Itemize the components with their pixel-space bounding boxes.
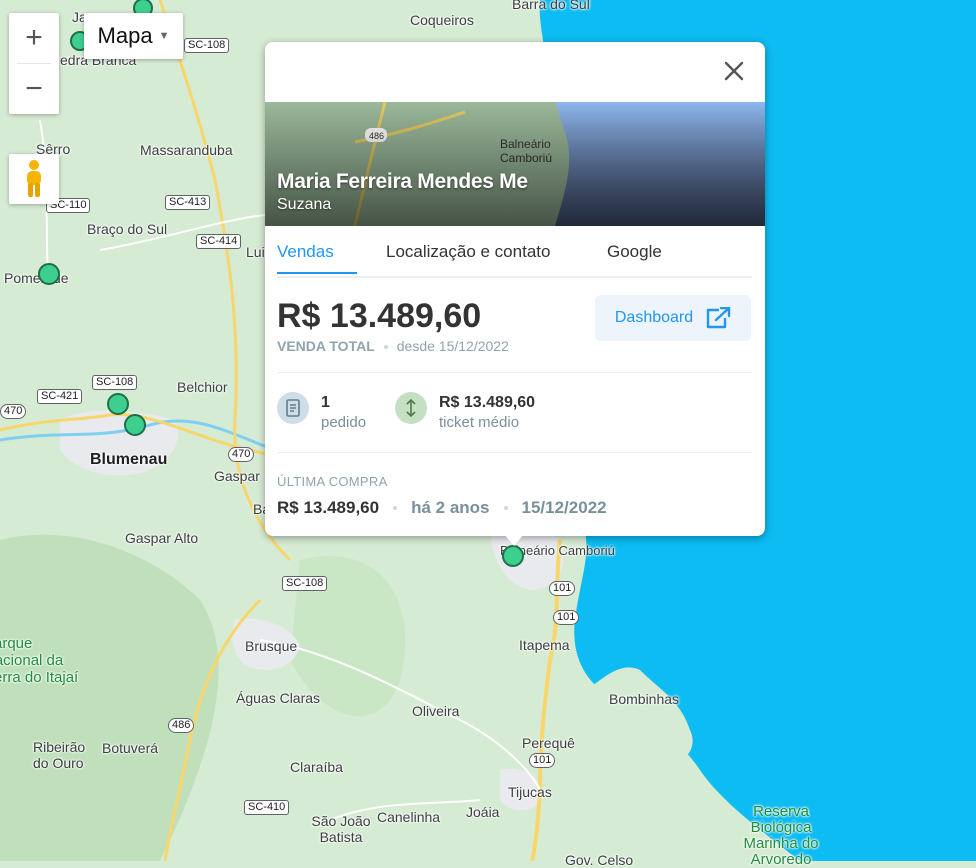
ticket-value: R$ 13.489,60 xyxy=(439,394,536,411)
road-shield: SC-108 xyxy=(92,375,138,390)
popup-tabs: Vendas Localização e contato Google xyxy=(277,226,752,278)
total-sales-label: VENDA TOTAL xyxy=(277,338,375,354)
zoom-in-button[interactable]: + xyxy=(9,13,59,63)
place-label: Águas Claras xyxy=(236,690,321,706)
store-marker[interactable] xyxy=(502,545,524,567)
place-label: Itapema xyxy=(519,637,570,653)
place-label: Barra do Sul xyxy=(512,0,590,12)
place-label: Lui xyxy=(246,244,265,260)
separator-dot xyxy=(393,506,398,510)
store-marker[interactable] xyxy=(124,414,146,436)
tab-vendas[interactable]: Vendas xyxy=(277,242,334,262)
caret-down-icon: ▼ xyxy=(158,30,170,42)
place-label: Perequê xyxy=(522,735,575,751)
place-label: Oliveira xyxy=(412,703,460,719)
place-label: Braço do Sul xyxy=(87,221,168,237)
last-purchase-row: R$ 13.489,60 há 2 anos 15/12/2022 xyxy=(277,498,607,518)
road-shield: SC-414 xyxy=(196,234,242,249)
last-purchase-ago: há 2 anos xyxy=(411,498,490,517)
place-label: Bombinhas xyxy=(609,691,680,707)
place-label: Blumenau xyxy=(90,451,168,468)
divider xyxy=(277,372,752,373)
place-label: Belchior xyxy=(177,379,228,395)
orders-label: pedido xyxy=(321,414,367,431)
place-label: São João Batista xyxy=(311,813,371,845)
place-label: Gaspar xyxy=(214,468,260,484)
park-label: Parque Nacional da Serra do Itajaí xyxy=(0,635,79,686)
road-shield: SC-410 xyxy=(244,800,290,815)
separator-dot xyxy=(503,506,508,510)
orders-stat: 1 pedido xyxy=(277,392,366,432)
road-shield: 101 xyxy=(553,610,580,625)
place-label: Joáia xyxy=(466,804,500,820)
since-date: desde 15/12/2022 xyxy=(396,338,509,354)
separator-dot xyxy=(383,345,388,350)
place-label: Brusque xyxy=(245,638,298,654)
road-shield: 470 xyxy=(228,447,255,462)
tab-google[interactable]: Google xyxy=(607,242,662,262)
tab-localizacao[interactable]: Localização e contato xyxy=(386,242,550,262)
road-shield: 101 xyxy=(549,581,576,596)
last-purchase-amount: R$ 13.489,60 xyxy=(277,498,380,517)
store-name: Maria Ferreira Mendes Me xyxy=(277,170,528,193)
place-label: Gov. Celso xyxy=(565,852,634,868)
place-label: Ribeirão do Ouro xyxy=(33,739,86,771)
zoom-out-button[interactable]: − xyxy=(9,64,59,114)
map-type-label: Mapa xyxy=(97,23,153,48)
divider xyxy=(277,452,752,453)
road-shield: SC-108 xyxy=(282,576,328,591)
zoom-control: + − xyxy=(9,13,59,114)
external-link-icon xyxy=(706,307,731,329)
store-info-popup: 486 Balneário Camboriú Maria Ferreira Me… xyxy=(265,42,765,536)
total-sales-caption: VENDA TOTAL desde 15/12/2022 xyxy=(277,338,509,354)
place-label: Coqueiros xyxy=(410,12,474,28)
road-shield: SC-421 xyxy=(37,389,83,404)
dashboard-button[interactable]: Dashboard xyxy=(595,295,751,341)
store-marker[interactable] xyxy=(107,393,129,415)
last-purchase-date: 15/12/2022 xyxy=(521,498,607,517)
place-label: Canelinha xyxy=(377,809,441,825)
street-view-pegman[interactable] xyxy=(9,154,59,204)
ticket-label: ticket médio xyxy=(439,414,520,431)
total-sales-amount: R$ 13.489,60 xyxy=(277,297,482,335)
place-label: Massaranduba xyxy=(140,142,233,158)
map-thumbnail-banner: 486 Balneário Camboriú Maria Ferreira Me… xyxy=(265,102,765,226)
place-label: Gaspar Alto xyxy=(125,530,199,546)
receipt-icon xyxy=(277,392,309,424)
active-tab-indicator xyxy=(277,272,357,274)
pegman-icon xyxy=(27,160,41,197)
up-down-arrow-icon xyxy=(395,392,427,424)
road-shield: 470 xyxy=(0,404,27,419)
reserve-label: Reserva Biológica Marinha do Arvoredo xyxy=(743,803,819,868)
popup-pointer xyxy=(504,534,524,546)
place-label: Tijucas xyxy=(508,784,552,800)
orders-count: 1 xyxy=(321,394,330,411)
place-label: Claraíba xyxy=(290,759,343,775)
road-shield: 486 xyxy=(168,718,195,733)
store-marker[interactable] xyxy=(38,263,60,285)
road-shield: SC-413 xyxy=(165,195,211,210)
map-type-dropdown[interactable]: Mapa ▼ xyxy=(84,13,183,59)
dashboard-label: Dashboard xyxy=(614,309,694,326)
road-shield: SC-108 xyxy=(184,38,230,53)
last-purchase-label: ÚLTIMA COMPRA xyxy=(277,474,388,489)
place-label: Botuverá xyxy=(102,740,159,756)
ticket-stat: R$ 13.489,60 ticket médio xyxy=(395,392,535,432)
road-shield: 101 xyxy=(529,753,556,768)
store-subtitle: Suzana xyxy=(277,196,332,213)
close-icon[interactable] xyxy=(721,58,747,84)
